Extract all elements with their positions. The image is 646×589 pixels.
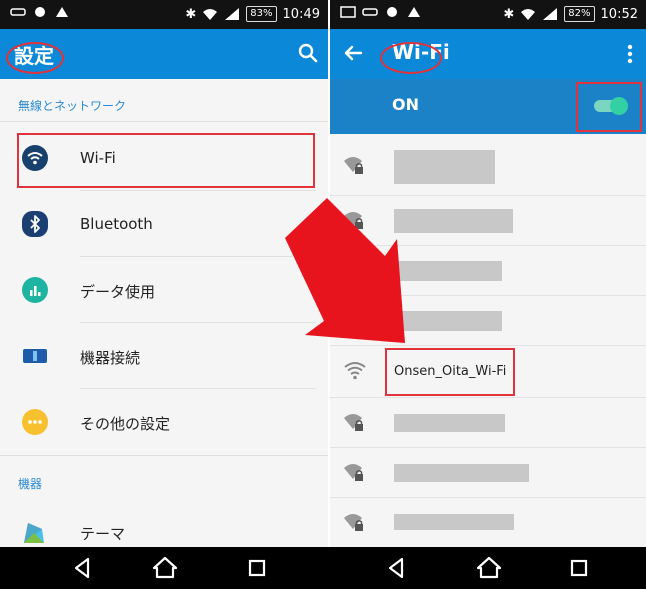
settings-item-label: データ使用 (80, 283, 156, 301)
system-nav-bar (0, 547, 646, 589)
big-red-arrow-icon (285, 198, 405, 343)
wifi-network-row[interactable] (330, 498, 646, 547)
section-header-device: 機器 (18, 477, 43, 491)
data-usage-icon (22, 277, 48, 303)
status-bar-left: ✱ 83% 10:49 (0, 0, 328, 29)
clock: 10:49 (282, 6, 320, 22)
hidden-network-name (394, 414, 505, 432)
cell-signal-icon (224, 8, 240, 20)
wifi-signal-icon (520, 8, 536, 20)
highlight-settings-title (6, 42, 64, 74)
wifi-secured-icon (343, 462, 367, 484)
bluetooth-status-icon: ✱ (185, 6, 197, 22)
back-nav-icon[interactable] (382, 554, 412, 582)
highlight-target-network (385, 348, 515, 396)
hidden-network-name (394, 514, 514, 530)
wifi-on-label: ON (392, 95, 419, 114)
screenshot: ✱ 83% 10:49 ✱ 82% 10:52 設定 Wi-Fi 無線とネットワ… (0, 0, 646, 589)
bluetooth-status-icon: ✱ (503, 6, 515, 22)
image-icon (340, 6, 356, 18)
temperature-icon (54, 6, 70, 18)
wifi-network-row[interactable] (330, 448, 646, 498)
home-nav-icon[interactable] (474, 554, 504, 582)
home-nav-icon[interactable] (150, 554, 180, 582)
search-icon[interactable] (296, 41, 320, 65)
theme-icon (22, 519, 48, 545)
overflow-menu-icon[interactable] (626, 43, 634, 65)
wifi-secured-icon (343, 512, 367, 534)
settings-item-label: その他の設定 (80, 415, 171, 433)
notification-icon (10, 6, 26, 18)
settings-item-label: 機器接続 (80, 349, 141, 367)
settings-item-label: テーマ (80, 525, 126, 543)
settings-item-bluetooth[interactable]: Bluetooth (0, 191, 328, 257)
back-nav-icon[interactable] (68, 554, 98, 582)
clock: 10:52 (600, 6, 638, 22)
cloud-icon (384, 6, 400, 18)
highlight-wifi-item (17, 133, 315, 188)
notification-icon (362, 6, 378, 18)
device-connection-icon (22, 343, 48, 369)
cloud-icon (32, 6, 48, 18)
section-header-wireless: 無線とネットワーク (18, 99, 127, 113)
recents-nav-icon[interactable] (242, 554, 272, 582)
wifi-network-row[interactable] (330, 398, 646, 448)
wifi-open-icon (343, 360, 367, 382)
settings-item-data-usage[interactable]: データ使用 (0, 257, 328, 323)
wifi-secured-icon (343, 155, 367, 177)
settings-item-device-connection[interactable]: 機器接続 (0, 323, 328, 389)
recents-nav-icon[interactable] (564, 554, 594, 582)
hidden-network-name (394, 150, 495, 184)
highlight-wifi-title (380, 42, 442, 74)
hidden-network-name (394, 464, 529, 482)
settings-item-more-settings[interactable]: その他の設定 (0, 389, 328, 455)
wifi-app-bar: Wi-Fi (330, 29, 646, 79)
temperature-icon (406, 6, 422, 18)
highlight-wifi-toggle (576, 82, 642, 132)
back-arrow-icon[interactable] (342, 42, 364, 64)
wifi-signal-icon (202, 8, 218, 20)
wifi-secured-icon (343, 412, 367, 434)
more-settings-icon (22, 409, 48, 435)
wifi-network-row[interactable] (330, 138, 646, 196)
bluetooth-icon (22, 211, 48, 237)
settings-item-label: Bluetooth (80, 215, 153, 233)
section-divider (0, 121, 328, 122)
section-divider (0, 455, 328, 456)
battery-level: 83% (246, 6, 277, 22)
cell-signal-icon (542, 8, 558, 20)
battery-level: 82% (564, 6, 595, 22)
status-bar-right: ✱ 82% 10:52 (330, 0, 646, 29)
